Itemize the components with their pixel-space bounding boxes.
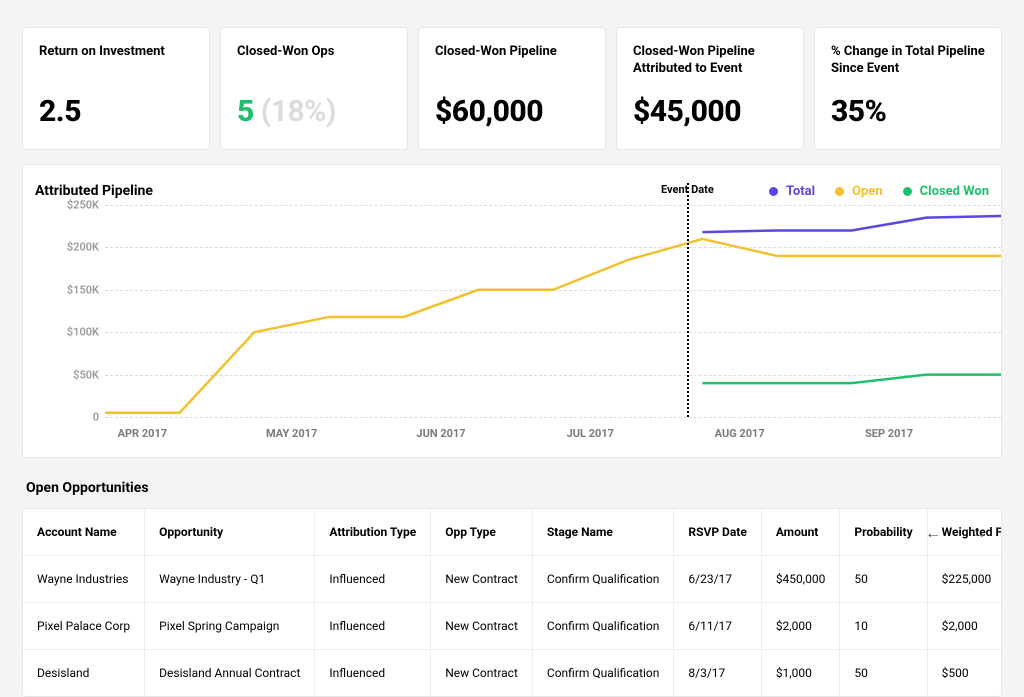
kpi-label: % Change in Total Pipeline Since Event	[831, 44, 985, 78]
table-row[interactable]: DesislandDesisland Annual ContractInflue…	[23, 650, 1002, 697]
x-tick: JUL 2017	[567, 427, 614, 440]
event-line	[687, 183, 689, 417]
table-cell: New Contract	[431, 603, 533, 650]
table-cell: $225,000	[927, 556, 1002, 603]
legend-dot-icon	[835, 187, 844, 196]
table-cell: $500	[927, 650, 1002, 697]
x-tick: SEP 2017	[865, 427, 913, 440]
kpi-label: Closed-Won Pipeline	[435, 44, 589, 78]
table-cell: Confirm Qualification	[532, 650, 674, 697]
kpi-value-accent: 5	[237, 94, 254, 129]
y-tick: $150K	[67, 283, 99, 296]
table-col-header[interactable]: Account Name	[23, 509, 145, 556]
kpi-value: $60,000	[435, 94, 589, 129]
grid-line	[105, 417, 1001, 418]
table-cell: 6/23/17	[674, 556, 761, 603]
series-closed-won	[702, 375, 1001, 384]
chart-header: Attributed Pipeline Total Open Closed Wo…	[35, 183, 989, 199]
opportunities-table: Account NameOpportunityAttribution TypeO…	[23, 509, 1002, 696]
event-date-label: Event Date	[661, 183, 714, 196]
table-cell: New Contract	[431, 556, 533, 603]
table-cell: $2,000	[927, 603, 1002, 650]
table-title: Open Opportunities	[26, 480, 1002, 496]
table-cell: 50	[840, 650, 927, 697]
table-header-row: Account NameOpportunityAttribution TypeO…	[23, 509, 1002, 556]
kpi-value: 35%	[831, 94, 985, 129]
table-cell: 10	[840, 603, 927, 650]
y-tick: $250K	[67, 199, 99, 212]
series-total	[702, 216, 1001, 232]
chart-card: Attributed Pipeline Total Open Closed Wo…	[22, 164, 1002, 458]
table-cell: Confirm Qualification	[532, 556, 674, 603]
legend-item-open[interactable]: Open	[835, 184, 883, 199]
chart-title: Attributed Pipeline	[35, 183, 153, 199]
kpi-value: $45,000	[633, 94, 787, 129]
kpi-card-attributed: Closed-Won Pipeline Attributed to Event …	[616, 27, 804, 150]
table-col-header[interactable]: Amount	[761, 509, 840, 556]
table-col-header[interactable]: RSVP Date	[674, 509, 761, 556]
x-tick: APR 2017	[118, 427, 168, 440]
table-cell: Confirm Qualification	[532, 603, 674, 650]
kpi-row: Return on Investment 2.5 Closed-Won Ops …	[22, 27, 1002, 150]
table-cell: $450,000	[761, 556, 840, 603]
table-col-header[interactable]: Probability	[840, 509, 927, 556]
table-row[interactable]: Pixel Palace CorpPixel Spring CampaignIn…	[23, 603, 1002, 650]
chart-lines	[105, 205, 1001, 417]
next-arrow-icon[interactable]: →	[965, 519, 993, 547]
x-tick: AUG 2017	[715, 427, 765, 440]
table-col-header[interactable]: Stage Name	[532, 509, 674, 556]
table-col-header[interactable]: Opportunity	[145, 509, 315, 556]
kpi-label: Return on Investment	[39, 44, 193, 78]
legend-label: Total	[786, 184, 815, 199]
kpi-card-pct-change: % Change in Total Pipeline Since Event 3…	[814, 27, 1002, 150]
table-cell: 6/11/17	[674, 603, 761, 650]
table-cell: $1,000	[761, 650, 840, 697]
table-cell: Influenced	[315, 603, 431, 650]
table-cell: Wayne Industry - Q1	[145, 556, 315, 603]
legend-label: Open	[852, 184, 883, 199]
kpi-card-closed-won-pipeline: Closed-Won Pipeline $60,000	[418, 27, 606, 150]
table-body: Wayne IndustriesWayne Industry - Q1Influ…	[23, 556, 1002, 697]
chart-x-axis: APR 2017 MAY 2017 JUN 2017 JUL 2017 AUG 2017…	[105, 427, 1001, 447]
chart-legend: Total Open Closed Won	[769, 184, 989, 199]
table-row[interactable]: Wayne IndustriesWayne Industry - Q1Influ…	[23, 556, 1002, 603]
y-tick: $100K	[67, 326, 99, 339]
table-cell: $2,000	[761, 603, 840, 650]
table-cell: Wayne Industries	[23, 556, 145, 603]
kpi-card-closed-won-ops: Closed-Won Ops 5 (18%)	[220, 27, 408, 150]
table-cell: Pixel Palace Corp	[23, 603, 145, 650]
table-cell: Desisland Annual Contract	[145, 650, 315, 697]
legend-label: Closed Won	[920, 184, 989, 199]
legend-dot-icon	[903, 187, 912, 196]
chart-y-axis: 0$50K$100K$150K$200K$250K	[51, 205, 105, 417]
table-nav-arrows: ← →	[919, 519, 993, 547]
table-cell: Influenced	[315, 556, 431, 603]
kpi-card-roi: Return on Investment 2.5	[22, 27, 210, 150]
series-open	[105, 239, 1001, 413]
kpi-value: 5 (18%)	[237, 94, 391, 129]
kpi-value: 2.5	[39, 94, 193, 129]
y-tick: $50K	[73, 368, 99, 381]
table-wrap: ← → Account NameOpportunityAttribution T…	[22, 508, 1002, 697]
table-cell: Desisland	[23, 650, 145, 697]
legend-item-total[interactable]: Total	[769, 184, 815, 199]
prev-arrow-icon[interactable]: ←	[919, 519, 947, 547]
legend-dot-icon	[769, 187, 778, 196]
kpi-label: Closed-Won Ops	[237, 44, 391, 78]
table-col-header[interactable]: Opp Type	[431, 509, 533, 556]
y-tick: 0	[93, 411, 99, 424]
kpi-value-muted: (18%)	[254, 94, 336, 129]
kpi-label: Closed-Won Pipeline Attributed to Event	[633, 44, 787, 78]
table-cell: 50	[840, 556, 927, 603]
table-cell: 8/3/17	[674, 650, 761, 697]
table-cell: Influenced	[315, 650, 431, 697]
table-col-header[interactable]: Attribution Type	[315, 509, 431, 556]
chart-plot: 0$50K$100K$150K$200K$250K APR 2017MAY 20…	[51, 205, 1001, 417]
table-cell: New Contract	[431, 650, 533, 697]
x-tick: MAY 2017	[266, 427, 317, 440]
x-tick: JUN 2017	[416, 427, 465, 440]
table-cell: Pixel Spring Campaign	[145, 603, 315, 650]
legend-item-closed[interactable]: Closed Won	[903, 184, 989, 199]
y-tick: $200K	[67, 241, 99, 254]
